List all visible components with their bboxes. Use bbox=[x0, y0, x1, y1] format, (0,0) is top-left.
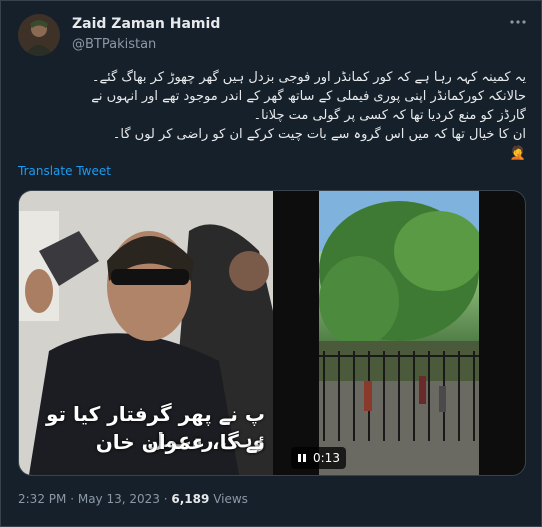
tweet-time[interactable]: 2:32 PM bbox=[18, 492, 66, 506]
translate-tweet-link[interactable]: Translate Tweet bbox=[18, 164, 111, 178]
pause-icon[interactable] bbox=[297, 453, 307, 463]
tweet-date[interactable]: May 13, 2023 bbox=[78, 492, 160, 506]
tweet-emoji: 🤦 bbox=[509, 146, 526, 161]
author-name[interactable]: Zaid Zaman Hamid bbox=[72, 16, 220, 32]
tweet-text: یہ کمینہ کہہ رہا ہے کہ کور کمانڈر اور فو… bbox=[16, 68, 526, 163]
meta-separator: · bbox=[70, 492, 75, 506]
video-caption-line: ئے گا، عمران خان bbox=[95, 430, 265, 454]
author-handle[interactable]: @BTPakistan bbox=[72, 37, 156, 52]
views-count: 6,189 bbox=[171, 492, 210, 506]
views-label: Views bbox=[213, 492, 248, 506]
video-player[interactable]: پ نے پھر گرفتار کیا تو وہی ردعمل ئے گا، … bbox=[18, 190, 526, 476]
tweet-meta: 2:32 PM · May 13, 2023 · 6,189 Views bbox=[18, 492, 248, 506]
meta-separator: · bbox=[163, 492, 168, 506]
video-time: 0:13 bbox=[313, 451, 340, 465]
video-frame-right bbox=[319, 191, 479, 475]
tweet-line: حالانکہ کورکمانڈر اپنی پوری فیملی کے سات… bbox=[91, 89, 526, 104]
tweet-line: یہ کمینہ کہہ رہا ہے کہ کور کمانڈر اور فو… bbox=[91, 70, 526, 85]
avatar[interactable] bbox=[18, 14, 60, 56]
video-frame-left: پ نے پھر گرفتار کیا تو وہی ردعمل ئے گا، … bbox=[19, 191, 273, 475]
tweet-line: گارڈز کو منع کردیا تھا کہ کسی پر گولی مت… bbox=[253, 108, 526, 123]
tweet-line: ان کا خیال تھا کہ میں اس گروہ سے بات چیت… bbox=[112, 127, 526, 142]
video-timestamp-badge[interactable]: 0:13 bbox=[291, 447, 346, 469]
more-options-icon[interactable] bbox=[508, 12, 528, 32]
